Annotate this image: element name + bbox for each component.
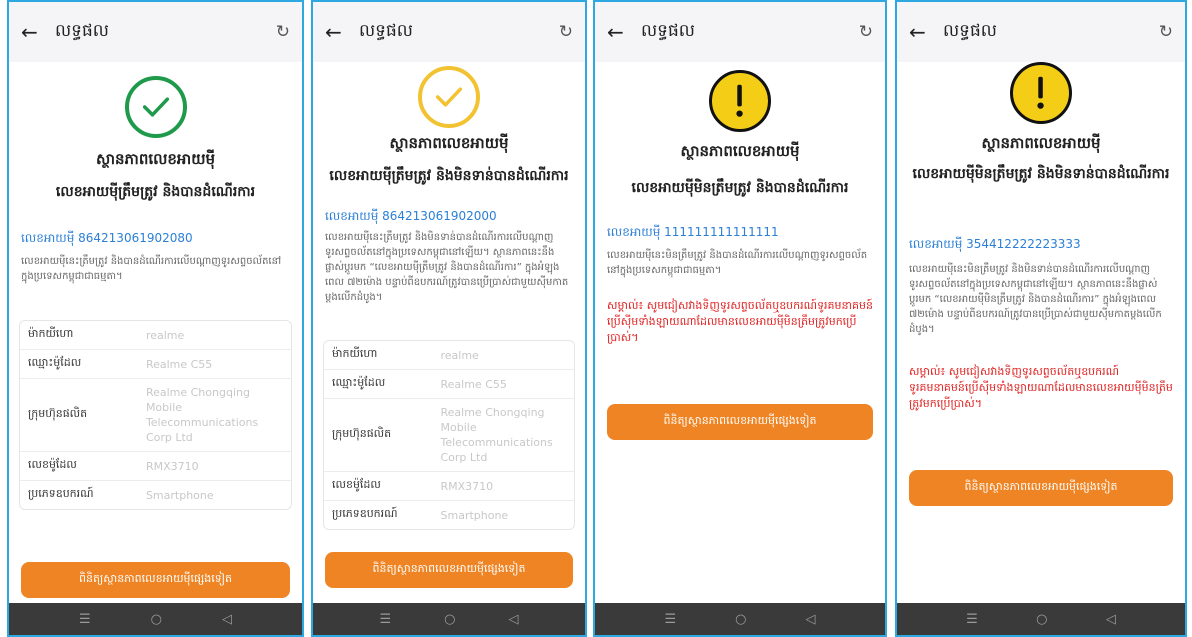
device-info-table: ម៉ាកយីហោ realme ឈ្មោះម៉ូដែល Realme C55 ក្រ… (19, 320, 292, 510)
info-row-model-name: ឈ្មោះម៉ូដែល Realme C55 (20, 350, 291, 379)
result-heading: លេខអាយម៉ីមិនត្រឹមត្រូវ និងបានដំណើរការ (631, 180, 849, 196)
imei-number: លេខអាយម៉ី 354412222223333 (909, 237, 1081, 251)
info-value: realme (145, 328, 185, 342)
info-row-brand: ម៉ាកយីហោ realme (324, 341, 574, 370)
result-description: លេខអាយម៉ីនេះត្រឹមត្រូវ និងបានដំណើរការលើប… (21, 256, 282, 282)
info-label: ឈ្មោះម៉ូដែល (28, 356, 82, 369)
info-value: RMX3710 (440, 479, 494, 493)
info-value: RMX3710 (145, 459, 199, 473)
warning-exclamation-icon (709, 70, 771, 132)
info-row-model-name: ឈ្មោះម៉ូដែល Realme C55 (324, 370, 574, 399)
menu-icon[interactable]: ☰ (380, 612, 392, 627)
result-heading: លេខអាយម៉ីមិនត្រឹមត្រូវ និងមិនទាន់បានដំណើ… (912, 166, 1170, 182)
info-value: Smartphone (440, 508, 509, 522)
info-value: Realme Chongqing Mobile Telecommunicatio… (145, 386, 259, 444)
history-icon[interactable]: ↻ (559, 22, 573, 42)
app-header: ← លទ្ធផល ↻ (9, 2, 302, 62)
app-header: ← លទ្ធផល ↻ (313, 2, 585, 62)
info-label: ក្រុមហ៊ុនផលិត (332, 427, 392, 440)
check-another-imei-button[interactable]: ពិនិត្យស្ថានភាពលេខអាយម៉ីផ្សេងទៀត (909, 470, 1173, 506)
info-value: Realme C55 (440, 377, 507, 391)
phone-screen-valid-inactive: ← លទ្ធផល ↻ ស្ថានភាពលេខអាយម៉ី លេខអាយម៉ីត្… (311, 0, 587, 637)
menu-icon[interactable]: ☰ (966, 612, 978, 627)
system-nav-bar: ☰ ○ ◁ (897, 603, 1185, 635)
info-label: ម៉ាកយីហោ (28, 327, 74, 340)
check-another-imei-button[interactable]: ពិនិត្យស្ថានភាពលេខអាយម៉ីផ្សេងទៀត (325, 552, 573, 588)
page-title: លទ្ធផល (359, 20, 413, 41)
page-title: លទ្ធផល (943, 20, 997, 41)
result-description: លេខអាយម៉ីនេះមិនត្រឹមត្រូវ និងបានដំណើរការ… (607, 250, 868, 276)
history-icon[interactable]: ↻ (276, 22, 290, 42)
info-row-model-number: លេខម៉ូដែល RMX3710 (20, 452, 291, 481)
warning-exclamation-icon (1010, 62, 1072, 124)
app-header: ← លទ្ធផល ↻ (897, 2, 1185, 62)
info-value: realme (440, 348, 479, 362)
check-another-imei-button[interactable]: ពិនិត្យស្ថានភាពលេខអាយម៉ីផ្សេងទៀត (21, 562, 290, 598)
success-check-icon (124, 76, 187, 138)
phone-screen-valid-active: ← លទ្ធផល ↻ ស្ថានភាពលេខអាយម៉ី លេខអាយម៉ីត្… (7, 0, 304, 637)
back-arrow-icon[interactable]: ← (607, 20, 633, 44)
info-label: លេខម៉ូដែល (332, 478, 381, 491)
back-triangle-icon[interactable]: ◁ (222, 612, 232, 627)
device-info-table: ម៉ាកយីហោ realme ឈ្មោះម៉ូដែល Realme C55 ក្រ… (323, 340, 575, 530)
menu-icon[interactable]: ☰ (665, 612, 677, 627)
page-title: លទ្ធផល (55, 20, 109, 41)
phone-screen-invalid-active: ← លទ្ធផល ↻ ស្ថានភាពលេខអាយម៉ី លេខអាយម៉ីមិ… (593, 0, 887, 637)
info-row-brand: ម៉ាកយីហោ realme (20, 321, 291, 350)
info-value: Realme C55 (145, 357, 213, 371)
system-nav-bar: ☰ ○ ◁ (9, 603, 302, 635)
home-icon[interactable]: ○ (444, 612, 455, 627)
info-value: Smartphone (145, 488, 214, 502)
back-triangle-icon[interactable]: ◁ (509, 612, 519, 627)
info-label: ប្រភេទឧបករណ៍ (28, 487, 94, 500)
screenshot-collage: ← លទ្ធផល ↻ ស្ថានភាពលេខអាយម៉ី លេខអាយម៉ីត្… (0, 0, 1192, 637)
menu-icon[interactable]: ☰ (79, 612, 91, 627)
info-row-device-type: ប្រភេទឧបករណ៍ Smartphone (324, 501, 574, 529)
back-triangle-icon[interactable]: ◁ (1106, 612, 1116, 627)
info-row-manufacturer: ក្រុមហ៊ុនផលិត Realme Chongqing Mobile Tel… (20, 379, 291, 452)
info-row-manufacturer: ក្រុមហ៊ុនផលិត Realme Chongqing Mobile Tel… (324, 399, 574, 472)
history-icon[interactable]: ↻ (859, 22, 873, 42)
phone-screen-invalid-inactive: ← លទ្ធផល ↻ ស្ថានភាពលេខអាយម៉ី លេខអាយម៉ីមិ… (895, 0, 1187, 637)
back-triangle-icon[interactable]: ◁ (806, 612, 816, 627)
info-label: ឈ្មោះម៉ូដែល (332, 376, 386, 389)
pending-check-icon (418, 66, 480, 128)
imei-number: លេខអាយម៉ី 111111111111111 (607, 225, 779, 239)
home-icon[interactable]: ○ (1036, 612, 1047, 627)
status-heading: ស្ថានភាពលេខអាយម៉ី (389, 134, 509, 152)
status-heading: ស្ថានភាពលេខអាយម៉ី (95, 150, 216, 168)
warning-note: សម្គាល់៖ សូមជៀសវាងទិញទូរសព្ទចល័តឬឧបករណ៍ទ… (607, 299, 873, 344)
check-another-imei-button[interactable]: ពិនិត្យស្ថានភាពលេខអាយម៉ីផ្សេងទៀត (607, 404, 873, 440)
result-heading: លេខអាយម៉ីត្រឹមត្រូវ និងមិនទាន់បានដំណើរកា… (329, 168, 569, 184)
info-value: Realme Chongqing Mobile Telecommunicatio… (440, 406, 553, 464)
status-heading: ស្ថានភាពលេខអាយម៉ី (981, 134, 1101, 152)
info-label: ក្រុមហ៊ុនផលិត (28, 407, 88, 420)
imei-number: លេខអាយម៉ី 864213061902000 (325, 209, 497, 223)
back-arrow-icon[interactable]: ← (21, 20, 47, 44)
back-arrow-icon[interactable]: ← (909, 20, 935, 44)
history-icon[interactable]: ↻ (1159, 22, 1173, 42)
back-arrow-icon[interactable]: ← (325, 20, 351, 44)
warning-note: សម្គាល់៖ សូមជៀសវាងទិញទូរសព្ទចល័តឬឧបករណ៍ទ… (909, 365, 1173, 410)
app-header: ← លទ្ធផល ↻ (595, 2, 885, 62)
info-label: លេខម៉ូដែល (28, 458, 77, 471)
result-heading: លេខអាយម៉ីត្រឹមត្រូវ និងបានដំណើរការ (55, 184, 256, 200)
home-icon[interactable]: ○ (151, 612, 162, 627)
info-row-device-type: ប្រភេទឧបករណ៍ Smartphone (20, 481, 291, 509)
info-label: ប្រភេទឧបករណ៍ (332, 507, 398, 520)
result-description: លេខអាយម៉ីនេះត្រឹមត្រូវ និងមិនទាន់បានដំណើ… (325, 232, 569, 303)
home-icon[interactable]: ○ (735, 612, 746, 627)
info-label: ម៉ាកយីហោ (332, 347, 378, 360)
info-row-model-number: លេខម៉ូដែល RMX3710 (324, 472, 574, 501)
imei-number: លេខអាយម៉ី 864213061902080 (21, 231, 193, 245)
system-nav-bar: ☰ ○ ◁ (595, 603, 885, 635)
result-description: លេខអាយម៉ីនេះមិនត្រឹមត្រូវ និងមិនទាន់បានដ… (909, 264, 1162, 335)
system-nav-bar: ☰ ○ ◁ (313, 603, 585, 635)
page-title: លទ្ធផល (641, 20, 695, 41)
status-heading: ស្ថានភាពលេខអាយម៉ី (680, 142, 800, 160)
